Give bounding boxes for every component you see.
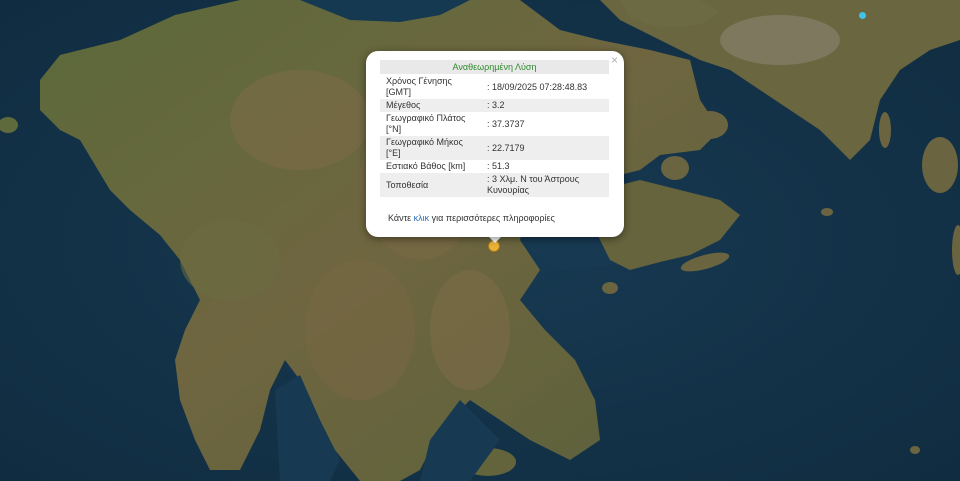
- more-prefix: Κάντε: [388, 213, 414, 223]
- table-row: Εστιακό Βάθος [km] : 51.3: [380, 160, 609, 173]
- popup-tip: [488, 236, 502, 243]
- island: [602, 282, 618, 294]
- row-value: : 3 Χλμ. Ν του Άστρους Κυνουρίας: [481, 173, 609, 197]
- popup-title: Αναθεωρημένη Λύση: [380, 60, 609, 74]
- row-value: : 22.7179: [481, 136, 609, 160]
- info-table: Χρόνος Γένησης [GMT] : 18/09/2025 07:28:…: [380, 75, 609, 197]
- row-value: : 3.2: [481, 99, 609, 112]
- row-label: Τοποθεσία: [380, 173, 481, 197]
- earthquake-popup: × Αναθεωρημένη Λύση Χρόνος Γένησης [GMT]…: [366, 51, 624, 237]
- more-info-link[interactable]: κλικ: [414, 213, 430, 223]
- island: [661, 156, 689, 180]
- table-row: Μέγεθος : 3.2: [380, 99, 609, 112]
- island: [692, 111, 728, 139]
- row-value: : 51.3: [487, 161, 510, 171]
- more-info-text: Κάντε κλικ για περισσότερες πληροφορίες: [388, 213, 555, 223]
- row-value: : 18/09/2025 07:28:48.83: [487, 81, 588, 92]
- island: [922, 137, 958, 193]
- island: [879, 112, 891, 148]
- row-label: Γεωγραφικό Πλάτος [°N]: [386, 113, 466, 134]
- table-row: Γεωγραφικό Πλάτος [°N] : 37.3737: [380, 112, 609, 136]
- row-label: Γεωγραφικό Μήκος [°E]: [380, 136, 481, 160]
- close-button[interactable]: ×: [611, 53, 618, 67]
- table-row: Χρόνος Γένησης [GMT] : 18/09/2025 07:28:…: [380, 75, 609, 99]
- island: [821, 208, 833, 216]
- table-row: Τοποθεσία : 3 Χλμ. Ν του Άστρους Κυνουρί…: [380, 173, 609, 197]
- more-suffix: για περισσότερες πληροφορίες: [429, 213, 555, 223]
- table-row: Γεωγραφικό Μήκος [°E] : 22.7179: [380, 136, 609, 160]
- row-label: Χρόνος Γένησης [GMT]: [386, 76, 452, 97]
- island: [910, 446, 920, 454]
- row-value: : 37.3737: [487, 118, 525, 129]
- row-label: Εστιακό Βάθος [km]: [386, 161, 466, 171]
- row-label: Μέγεθος: [380, 99, 481, 112]
- earthquake-marker-other[interactable]: [859, 12, 866, 19]
